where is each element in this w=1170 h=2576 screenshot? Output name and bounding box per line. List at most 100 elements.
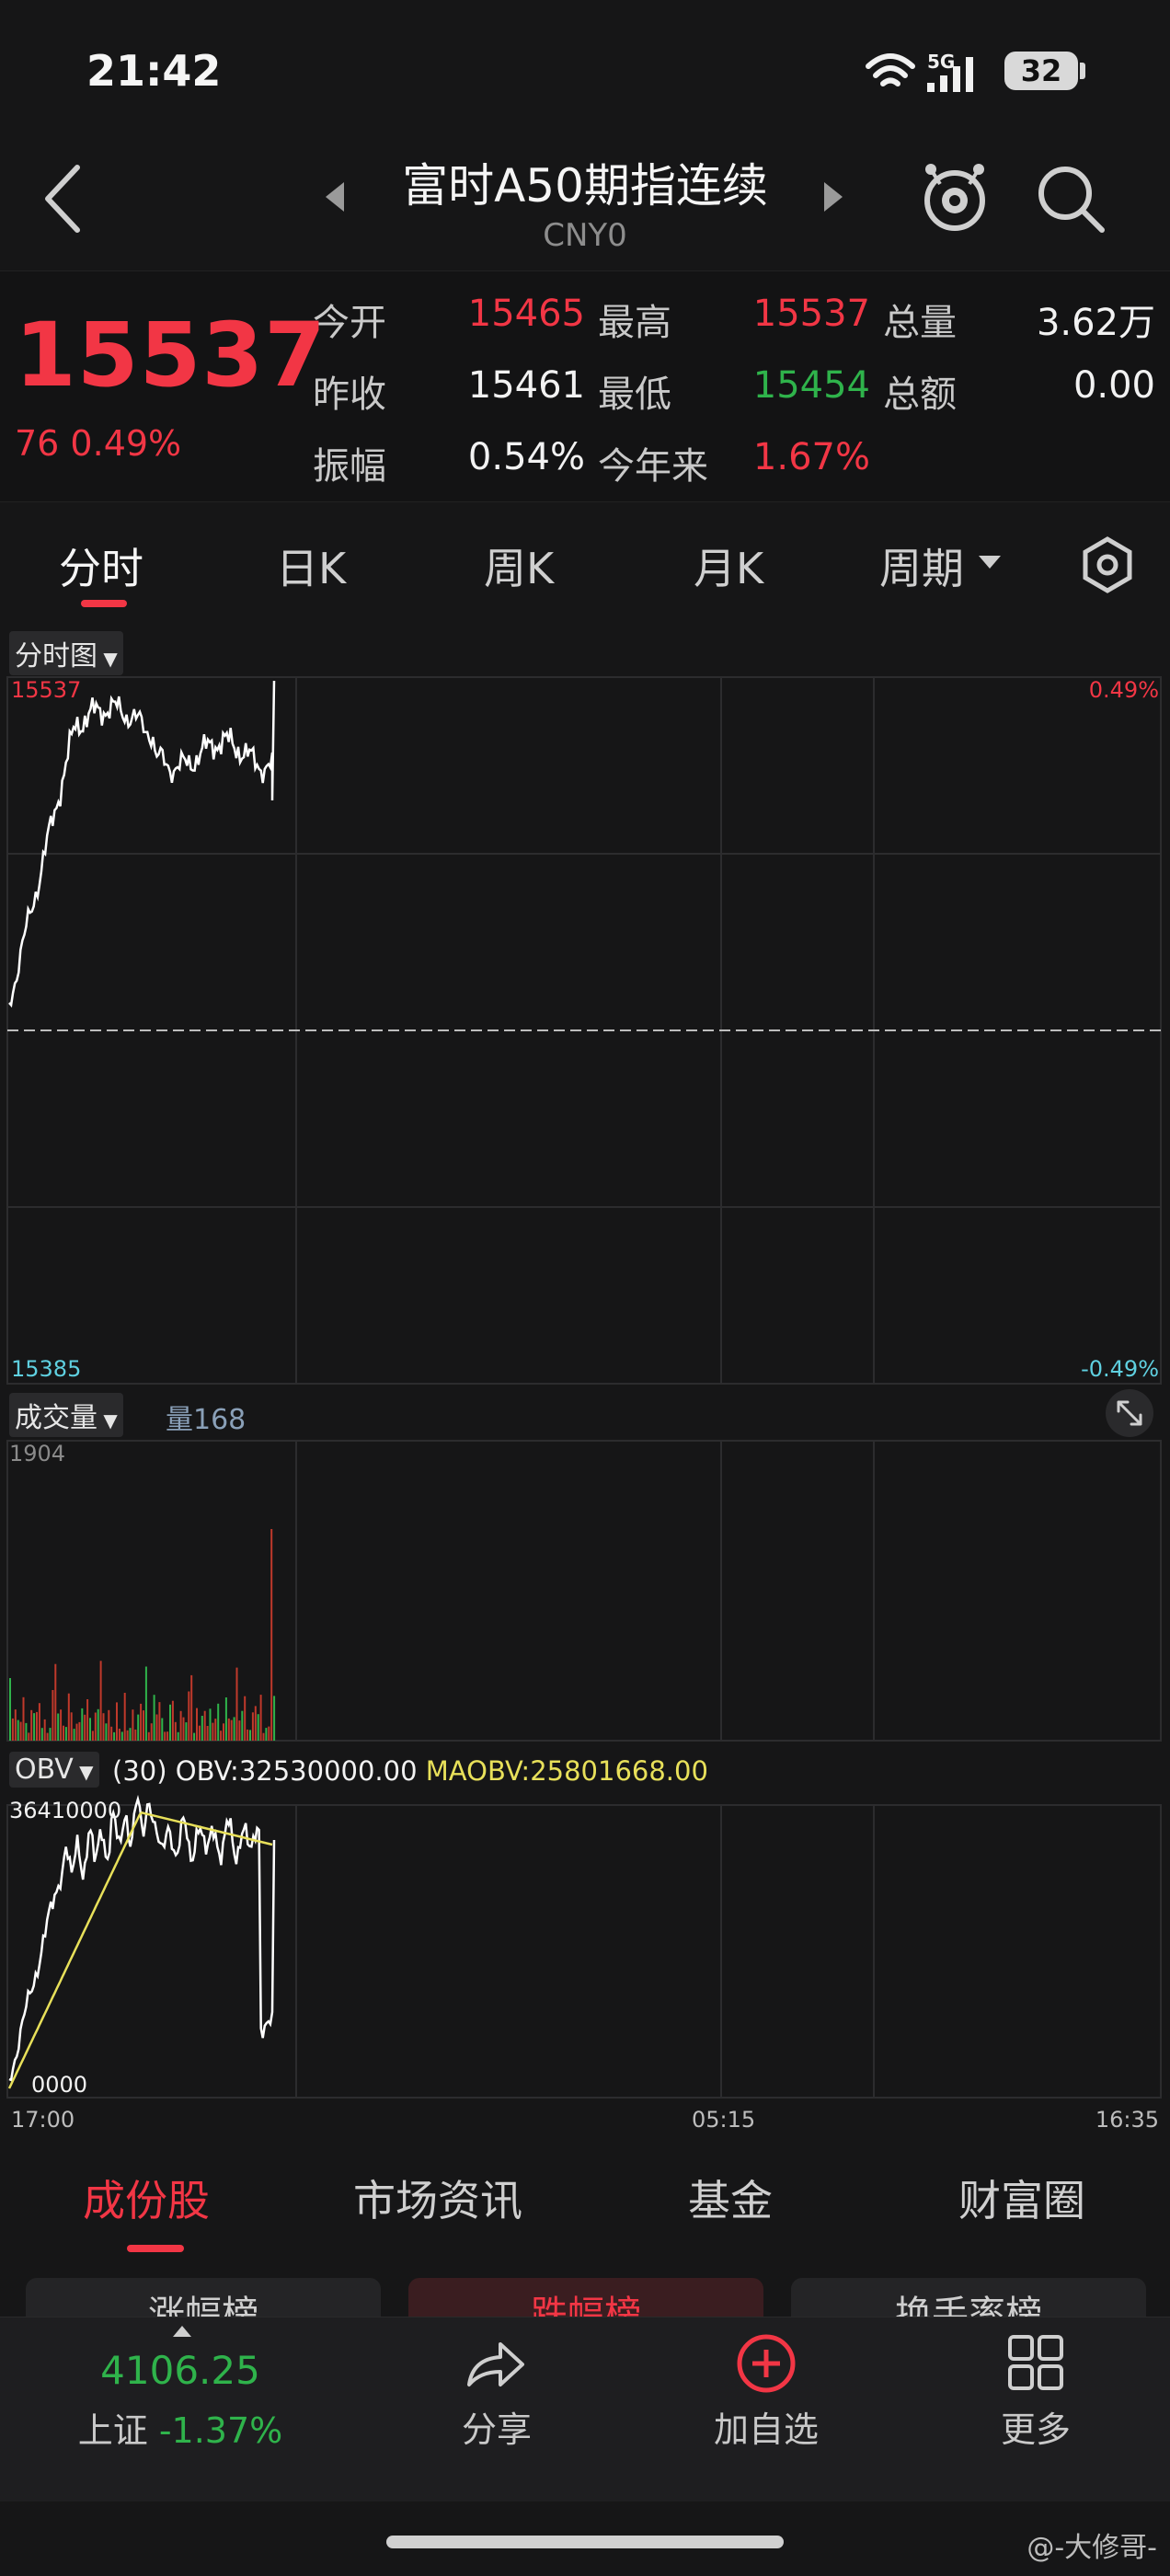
tab-monthly[interactable]: 月K xyxy=(694,535,763,596)
volume-bar xyxy=(270,1529,273,1741)
tab-market-news[interactable]: 市场资讯 xyxy=(353,2168,522,2228)
index-change: -1.37% xyxy=(158,2410,283,2451)
field-label: 最高 xyxy=(598,302,671,344)
chart-type-selector[interactable]: 分时图 ▼ xyxy=(9,631,123,675)
volume-bar xyxy=(217,1703,220,1741)
volume-bar xyxy=(265,1728,268,1741)
volume-bar xyxy=(185,1722,188,1741)
intraday-chart[interactable] xyxy=(0,616,1170,2125)
more-label[interactable]: 更多 xyxy=(962,2401,1109,2452)
field-value: 15454 xyxy=(752,364,870,407)
volume-bar xyxy=(17,1719,19,1741)
field-label: 今开 xyxy=(313,302,386,344)
volume-bar xyxy=(209,1708,212,1741)
share-label[interactable]: 分享 xyxy=(423,2401,570,2452)
add-watchlist-label[interactable]: 加自选 xyxy=(692,2401,841,2452)
volume-bar xyxy=(30,1709,33,1741)
next-contract-icon[interactable] xyxy=(822,180,844,213)
volume-bar xyxy=(14,1709,17,1741)
volume-bar xyxy=(40,1728,43,1741)
maobv-line xyxy=(7,1811,273,2089)
pct-bottom-label: -0.49% xyxy=(1081,1356,1159,1382)
more-grid-icon[interactable] xyxy=(1006,2333,1065,2392)
volume-bar xyxy=(188,1691,190,1741)
volume-bar xyxy=(126,1730,129,1741)
volume-bar xyxy=(179,1710,182,1741)
obv-bottom-label: 0000 xyxy=(31,2072,88,2098)
volume-bar xyxy=(230,1719,233,1741)
clock: 21:42 xyxy=(86,46,222,96)
tab-daily[interactable]: 日K xyxy=(276,535,346,596)
maobv-value: MAOBV:25801668.00 xyxy=(425,1755,708,1787)
chevron-down-icon: ▼ xyxy=(73,1761,94,1783)
index-name: 上证 xyxy=(77,2410,148,2451)
battery-cap xyxy=(1080,63,1085,79)
tab-funds[interactable]: 基金 xyxy=(688,2168,773,2228)
field-label: 昨收 xyxy=(313,374,386,416)
volume-bar xyxy=(46,1732,49,1741)
tab-period[interactable]: 周期 xyxy=(879,535,964,596)
volume-bar xyxy=(67,1693,70,1741)
contract-code: CNY0 xyxy=(543,217,627,254)
volume-bar xyxy=(28,1732,30,1741)
volume-bar xyxy=(22,1696,25,1741)
back-icon[interactable] xyxy=(40,162,86,236)
volume-bar xyxy=(249,1730,251,1741)
field-value: 15465 xyxy=(467,293,585,335)
network-type: 5G xyxy=(927,51,955,73)
volume-bar xyxy=(171,1700,174,1741)
volume-bar xyxy=(129,1728,132,1741)
expand-icon[interactable] xyxy=(1104,1387,1155,1439)
volume-bar xyxy=(147,1731,150,1741)
field-label: 最低 xyxy=(598,374,671,416)
field-value: 15461 xyxy=(467,364,585,407)
volume-bar xyxy=(38,1703,40,1741)
volume-bar xyxy=(155,1714,158,1741)
volume-bar xyxy=(268,1726,270,1741)
volume-bar xyxy=(57,1713,60,1741)
obv-value: OBV:32530000.00 xyxy=(175,1755,418,1787)
volume-bar xyxy=(91,1731,94,1741)
field-value: 0.54% xyxy=(467,436,585,478)
wifi-icon xyxy=(866,53,915,86)
volume-bar xyxy=(161,1718,164,1741)
index-widget[interactable]: 4106.25 上证 -1.37% xyxy=(55,2348,305,2453)
field-label: 总额 xyxy=(883,374,957,416)
volume-bar xyxy=(206,1726,209,1741)
volume-bar xyxy=(190,1674,193,1741)
volume-top-label: 1904 xyxy=(9,1441,66,1466)
tab-active-indicator xyxy=(81,600,127,607)
field-value: 0.00 xyxy=(1072,364,1155,407)
volume-bar xyxy=(158,1702,161,1741)
chevron-down-icon[interactable] xyxy=(977,554,1003,572)
home-indicator[interactable] xyxy=(386,2536,784,2548)
bottom-tab-indicator xyxy=(127,2245,184,2252)
share-icon[interactable] xyxy=(464,2337,528,2392)
volume-bar xyxy=(25,1722,28,1741)
field-value: 15537 xyxy=(752,293,870,335)
chevron-down-icon: ▼ xyxy=(98,648,118,670)
add-watchlist-icon[interactable] xyxy=(736,2333,797,2394)
volume-bar xyxy=(233,1717,235,1741)
indicator-readout: (30) OBV:32530000.00 MAOBV:25801668.00 xyxy=(112,1755,708,1787)
volume-bar xyxy=(251,1712,254,1741)
tab-intraday[interactable]: 分时 xyxy=(59,535,143,596)
volume-bar xyxy=(273,1696,276,1741)
volume-bar xyxy=(99,1661,102,1741)
volume-bar xyxy=(144,1666,147,1741)
tab-wealth-circle[interactable]: 财富圈 xyxy=(958,2168,1085,2228)
volume-bar xyxy=(70,1712,73,1741)
volume-bar xyxy=(134,1729,137,1741)
volume-bar xyxy=(120,1731,123,1741)
volume-bar xyxy=(182,1717,185,1741)
assistant-robot-icon[interactable] xyxy=(918,156,992,239)
volume-bar xyxy=(137,1714,140,1741)
indicator-selector[interactable]: OBV ▼ xyxy=(9,1752,99,1788)
volume-bar xyxy=(78,1721,81,1741)
field-label: 今年来 xyxy=(598,445,708,488)
search-icon[interactable] xyxy=(1034,162,1107,236)
tab-weekly[interactable]: 周K xyxy=(484,535,554,596)
tab-constituents[interactable]: 成份股 xyxy=(83,2168,210,2228)
settings-hexagon-icon[interactable] xyxy=(1078,535,1137,594)
volume-selector[interactable]: 成交量 ▼ xyxy=(9,1393,123,1437)
